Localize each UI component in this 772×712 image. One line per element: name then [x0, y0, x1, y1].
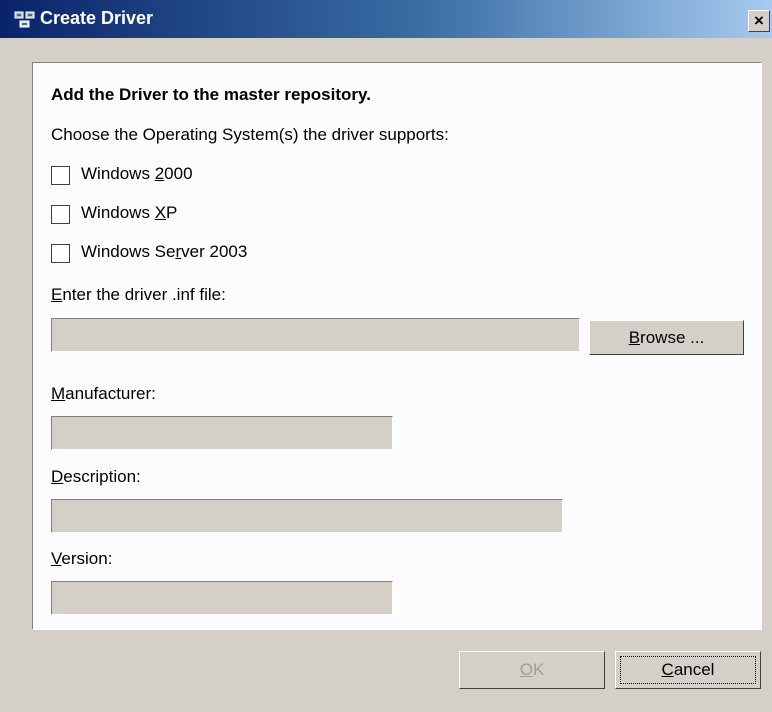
checkbox-label: Windows XP [81, 203, 178, 222]
form-panel: Add the Driver to the master repository.… [32, 62, 762, 630]
form-heading: Add the Driver to the master repository. [51, 85, 371, 104]
focus-ring [620, 656, 756, 684]
inf-file-label: Enter the driver .inf file: [51, 285, 226, 304]
inf-file-input[interactable] [51, 318, 580, 352]
network-computers-icon [14, 11, 35, 28]
version-label: Version: [51, 549, 113, 568]
ok-button[interactable]: OK [459, 651, 605, 689]
close-icon: × [754, 11, 764, 30]
checkbox-box[interactable] [51, 166, 70, 185]
os-prompt: Choose the Operating System(s) the drive… [51, 125, 449, 144]
version-input[interactable] [51, 581, 393, 615]
checkbox-box[interactable] [51, 244, 70, 263]
window-title: Create Driver [40, 8, 154, 28]
close-button[interactable]: × [748, 10, 770, 32]
checkbox-label: Windows 2000 [81, 164, 193, 183]
cancel-button[interactable]: Cancel [615, 651, 761, 689]
description-input[interactable] [51, 499, 563, 533]
browse-button[interactable]: Browse ... [589, 320, 744, 355]
checkbox-box[interactable] [51, 205, 70, 224]
title-bar: Create Driver × [0, 0, 772, 38]
description-label: Description: [51, 467, 141, 486]
manufacturer-input[interactable] [51, 416, 393, 450]
checkbox-label: Windows Server 2003 [81, 242, 248, 261]
manufacturer-label: Manufacturer: [51, 384, 156, 403]
